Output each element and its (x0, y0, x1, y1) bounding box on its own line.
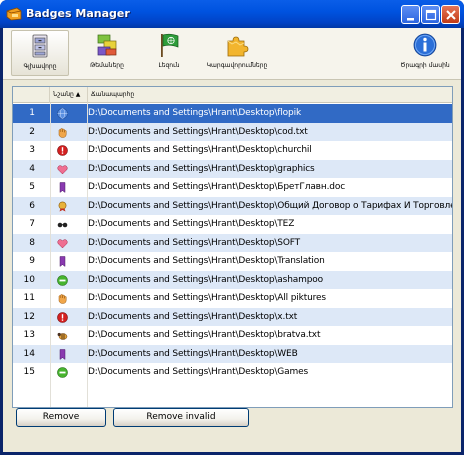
table-row[interactable]: 12 D:\Documents and Settings\Hrant\Deskto… (13, 307, 452, 326)
row-path: D:\Documents and Settings\Hrant\Desktop\… (88, 126, 308, 137)
row-number: 11 (23, 293, 35, 303)
column-header-path[interactable]: Ճանապարհը (88, 87, 452, 103)
column-divider (50, 103, 51, 407)
column-header-number[interactable] (13, 87, 50, 103)
table-row[interactable]: 10 D:\Documents and Settings\Hrant\Deskto… (13, 270, 452, 289)
ok-badge-icon (57, 274, 68, 286)
bookmark-badge-icon (59, 348, 66, 360)
column-divider (87, 103, 88, 407)
puzzle-icon (227, 36, 249, 57)
table-row[interactable]: 5 D:\Documents and Settings\Hrant\Desktop… (13, 178, 452, 197)
row-path: D:\Documents and Settings\Hrant\Desktop\… (88, 256, 325, 266)
row-path: D:\Documents and Settings\Hrant\Desktop\… (88, 274, 324, 285)
flag-icon (161, 33, 179, 57)
toolbar-language-label: Լեզուն (158, 62, 180, 69)
remove-invalid-button[interactable]: Remove invalid (113, 408, 249, 427)
table-row[interactable]: 13 D:\Documents and Settings\Hrant\Deskto… (13, 326, 452, 345)
row-number: 3 (29, 145, 35, 155)
row-path: D:\Documents and Settings\Hrant\Desktop\… (88, 237, 301, 248)
ok-badge-icon (57, 367, 68, 378)
row-path: D:\Documents and Settings\Hrant\Desktop\… (88, 108, 302, 118)
table-row[interactable]: 2 D:\Documents and Settings\Hrant\Desktop… (13, 122, 452, 141)
toolbar: Գլխավորը Թեմաները Լեզուն Կարգավորումները… (3, 28, 461, 80)
row-path: D:\Documents and Settings\Hrant\Desktop\… (88, 145, 312, 155)
toolbar-about-button[interactable]: Ծրագրի մասին (395, 30, 455, 76)
title-bar[interactable]: Badges Manager (0, 0, 464, 28)
bee-badge-icon (57, 332, 68, 340)
minimize-button[interactable] (401, 5, 420, 24)
table-row[interactable]: 4 D:\Documents and Settings\Hrant\Desktop… (13, 159, 452, 178)
row-path: D:\Documents and Settings\Hrant\Desktop\… (88, 311, 298, 322)
toolbar-settings-button[interactable]: Կարգավորումները (203, 30, 271, 76)
hand-badge-icon (58, 127, 67, 138)
row-number: 12 (23, 311, 35, 322)
row-number: 4 (29, 163, 35, 174)
maximize-icon (425, 9, 437, 21)
row-number: 15 (23, 367, 35, 377)
badges-table[interactable]: Նշանը ▲ Ճանապարհը 1 D:\Documents and Sett… (12, 86, 453, 408)
heart-badge-icon (57, 164, 68, 174)
client-area: Գլխավորը Թեմաները Լեզուն Կարգավորումները… (3, 28, 461, 452)
globe-badge-icon (57, 108, 68, 119)
toolbar-about-label: Ծրագրի մասին (400, 62, 450, 69)
minimize-icon (407, 18, 414, 21)
toolbar-home-label: Գլխավորը (23, 63, 57, 70)
table-row[interactable]: 3 D:\Documents and Settings\Hrant\Desktop… (13, 141, 452, 160)
row-number: 5 (29, 182, 35, 192)
column-header-badge-label: Նշանը (53, 91, 74, 98)
table-row[interactable]: 9 D:\Documents and Settings\Hrant\Desktop… (13, 252, 452, 271)
row-path: D:\Documents and Settings\Hrant\Desktop\… (88, 348, 298, 359)
close-icon (446, 10, 456, 20)
app-window: Badges Manager Գլխավորը Թեմաները Լեզուն … (0, 0, 464, 455)
toolbar-home-button[interactable]: Գլխավորը (11, 30, 69, 76)
heart-badge-icon (57, 238, 68, 248)
table-header: Նշանը ▲ Ճանապարհը (13, 87, 452, 103)
hand-badge-icon (58, 294, 67, 304)
row-path: D:\Documents and Settings\Hrant\Desktop\… (88, 200, 453, 211)
row-number: 6 (29, 200, 35, 211)
table-row[interactable]: 8 D:\Documents and Settings\Hrant\Desktop… (13, 233, 452, 252)
bookmark-badge-icon (59, 256, 66, 267)
row-path: D:\Documents and Settings\Hrant\Desktop\… (88, 163, 315, 174)
cabinet-icon (32, 34, 48, 58)
table-row[interactable]: 7 D:\Documents and Settings\Hrant\Desktop… (13, 215, 452, 234)
table-row[interactable]: 1 D:\Documents and Settings\Hrant\Desktop… (13, 104, 452, 123)
row-path: D:\Documents and Settings\Hrant\Desktop\… (88, 293, 326, 303)
row-number: 10 (23, 274, 35, 285)
close-button[interactable] (441, 5, 460, 24)
bookmark-badge-icon (59, 182, 66, 193)
warning-badge-icon (57, 145, 68, 156)
toolbar-themes-label: Թեմաները (90, 62, 124, 69)
row-number: 8 (29, 237, 35, 248)
table-row[interactable]: 11 D:\Documents and Settings\Hrant\Deskto… (13, 289, 452, 308)
row-path: D:\Documents and Settings\Hrant\Desktop\… (88, 367, 309, 377)
table-row[interactable]: 6 D:\Documents and Settings\Hrant\Desktop… (13, 196, 453, 215)
row-number: 7 (29, 219, 35, 229)
warning-badge-icon (57, 311, 68, 323)
toolbar-settings-label: Կարգավորումները (206, 62, 268, 69)
maximize-button[interactable] (421, 5, 440, 24)
toolbar-themes-button[interactable]: Թեմաները (79, 30, 135, 76)
sort-ascending-icon: ▲ (75, 91, 81, 98)
column-header-badge[interactable]: Նշանը ▲ (50, 87, 88, 103)
row-path: D:\Documents and Settings\Hrant\Desktop\… (88, 330, 321, 340)
table-row[interactable]: 15 D:\Documents and Settings\Hrant\Deskto… (13, 363, 452, 382)
remove-button[interactable]: Remove (16, 408, 106, 427)
row-number: 9 (29, 256, 35, 266)
glasses-badge-icon (57, 222, 68, 228)
row-path: D:\Documents and Settings\Hrant\Desktop\… (88, 182, 345, 192)
table-row[interactable]: 14 D:\Documents and Settings\Hrant\Deskto… (13, 344, 452, 363)
blocks-icon (97, 34, 117, 56)
row-number: 13 (23, 330, 35, 340)
medal-badge-icon (58, 201, 67, 211)
info-icon (413, 33, 437, 57)
row-number: 14 (23, 348, 35, 359)
toolbar-language-button[interactable]: Լեզուն (141, 30, 197, 76)
row-number: 2 (29, 126, 35, 137)
window-title: Badges Manager (26, 7, 130, 20)
row-path: D:\Documents and Settings\Hrant\Desktop\… (88, 219, 295, 229)
row-number: 1 (29, 108, 35, 118)
badge-app-icon (6, 7, 22, 21)
